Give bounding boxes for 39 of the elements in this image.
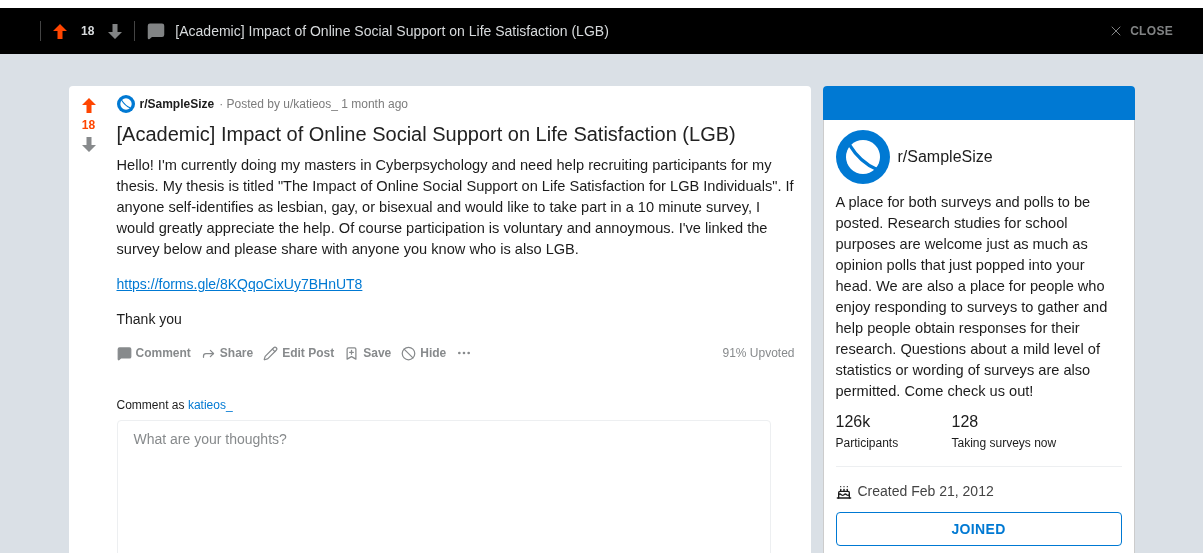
downvote-arrow-icon[interactable] — [81, 137, 96, 152]
joined-button[interactable]: JOINED — [835, 512, 1122, 546]
post-title: [Academic] Impact of Online Social Support on Life Satisfaction (LGB) — [175, 21, 609, 41]
survey-link[interactable]: https://forms.gle/8KQqoCixUy7BHnUT8 — [116, 274, 363, 295]
pencil-icon — [263, 345, 279, 361]
upvote-percentage: 91% Upvoted — [722, 345, 795, 362]
vote-count: 18 — [81, 23, 95, 40]
downvote-arrow-icon[interactable] — [108, 23, 123, 39]
post-icon — [147, 22, 166, 40]
created-date: Created Feb 21, 2012 — [857, 482, 994, 501]
speech-bubble-icon — [116, 345, 132, 361]
subreddit-icon — [835, 130, 890, 184]
stat-label: Taking surveys now — [951, 435, 1058, 452]
comment-button[interactable]: Comment — [116, 344, 191, 362]
subreddit-name[interactable]: r/SampleSize — [897, 145, 993, 169]
comment-field[interactable]: What are your thoughts? — [116, 420, 771, 553]
upvote-arrow-icon[interactable] — [81, 98, 96, 113]
close-button[interactable]: CLOSE — [1108, 22, 1173, 40]
comment-as-label: Comment as — [116, 398, 186, 412]
stat-value: 128 — [951, 412, 980, 432]
share-button[interactable]: Share — [200, 344, 254, 362]
vote-count: 18 — [81, 117, 96, 134]
stat-label: Participants — [835, 435, 900, 452]
closing-text: Thank you — [116, 310, 183, 329]
stat-value: 126k — [835, 412, 872, 432]
subreddit-icon — [116, 95, 135, 113]
post-body: Hello! I'm currently doing my masters in Cyberpsychology and need help recruiting participants for my thesis. My thesis is titled "The Impact of Online Social Support on Life Satisfaction for LGB Individuals". If anyone self-identifies as lesbian, gay, or bisexual and would like to take part in a 10 minute survey, I would greatly appreciate the help. Of course participation is voluntary and annoymous. I've linked the survey below and please share with anyone you know who is also LGB. — [116, 156, 795, 259]
hide-button[interactable]: Hide — [401, 344, 447, 362]
subreddit-description: A place for both surveys and polls to be posted. Research studies for school purposes are welcome just as much as opinion polls that just popped into your head. We are also a place for people who enjoy responding to surveys to gather and help people obtain responses for their research. Questions about a mild level of statistics or wording of surveys are also permitted. Come check us out! — [835, 193, 1109, 401]
edit-post-button[interactable]: Edit Post — [263, 344, 335, 362]
save-button[interactable]: Save — [344, 344, 392, 362]
post-title: [Academic] Impact of Online Social Support on Life Satisfaction (LGB) — [116, 122, 737, 147]
subreddit-link[interactable]: r/SampleSize — [139, 95, 215, 113]
hide-icon — [401, 345, 417, 361]
bookmark-icon — [344, 345, 360, 361]
upvote-arrow-icon[interactable] — [53, 23, 67, 39]
username-link[interactable]: katieos_ — [187, 398, 233, 412]
cake-icon — [835, 483, 852, 500]
post-meta: · Posted by u/katieos_ 1 month ago — [219, 96, 408, 113]
